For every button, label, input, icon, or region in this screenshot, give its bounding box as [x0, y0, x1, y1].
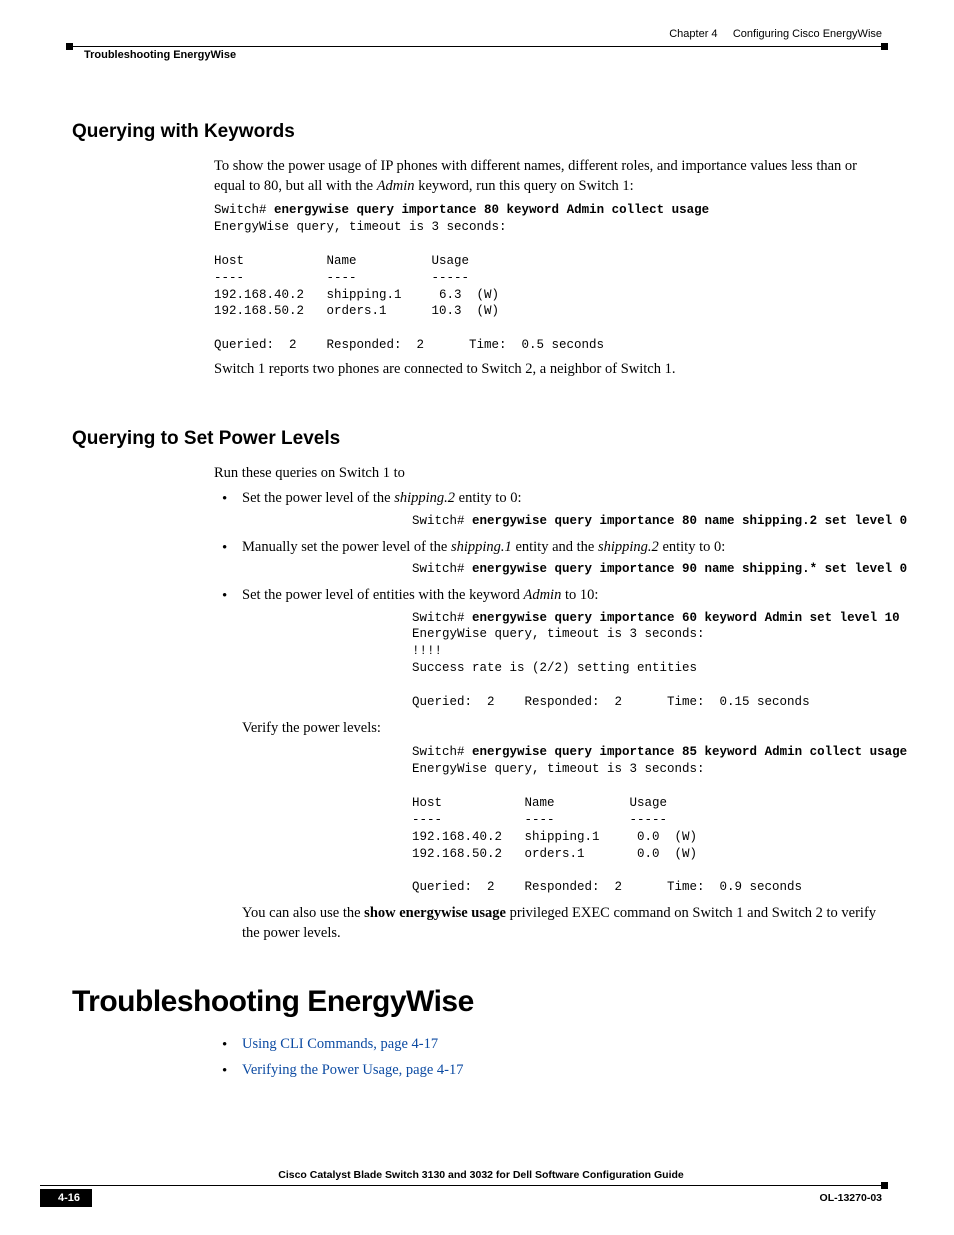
link-cli-commands[interactable]: Using CLI Commands, page 4-17 [242, 1036, 438, 1052]
cli-command: energywise query importance 80 name ship… [472, 514, 907, 528]
cli-output: EnergyWise query, timeout is 3 seconds: … [412, 627, 810, 709]
text: Set the power level of entities with the… [242, 587, 523, 603]
command-name: show energywise usage [364, 905, 506, 921]
text: entity to 0: [455, 490, 521, 506]
list-item: Using CLI Commands, page 4-17 [214, 1035, 882, 1055]
chapter-label: Chapter 4 [669, 28, 717, 40]
heading-querying-set-power: Querying to Set Power Levels [72, 428, 882, 450]
para: Switch 1 reports two phones are connecte… [214, 360, 882, 380]
text: Set the power level of the [242, 490, 394, 506]
cli-prompt: Switch# [412, 611, 472, 625]
link-verify-power[interactable]: Verifying the Power Usage, page 4-17 [242, 1062, 463, 1078]
para: Run these queries on Switch 1 to [214, 464, 882, 484]
page-number: 4-16 [40, 1189, 92, 1207]
cli-command: energywise query importance 85 keyword A… [472, 745, 907, 759]
cli-output: EnergyWise query, timeout is 3 seconds: … [214, 220, 604, 352]
keyword-admin: Admin [377, 178, 415, 194]
footer-rule [40, 1185, 882, 1186]
para: To show the power usage of IP phones wit… [214, 157, 882, 196]
bullet-list: Set the power level of the shipping.2 en… [214, 489, 882, 943]
list-item: Verifying the Power Usage, page 4-17 [214, 1061, 882, 1081]
bullet-list: Using CLI Commands, page 4-17 Verifying … [214, 1035, 882, 1080]
list-item: Manually set the power level of the ship… [214, 538, 882, 578]
text: Manually set the power level of the [242, 539, 451, 555]
text: to 10: [561, 587, 598, 603]
entity-name: shipping.2 [394, 490, 455, 506]
chapter-title: Configuring Cisco EnergyWise [733, 28, 882, 40]
list-item: Set the power level of the shipping.2 en… [214, 489, 882, 529]
entity-name: shipping.1 [451, 539, 512, 555]
header-right: Chapter 4 Configuring Cisco EnergyWise [669, 28, 882, 40]
code-block: Switch# energywise query importance 80 k… [214, 202, 882, 354]
heading-troubleshooting: Troubleshooting EnergyWise [72, 985, 882, 1019]
heading-querying-keywords: Querying with Keywords [72, 121, 882, 143]
code-block: Switch# energywise query importance 60 k… [412, 610, 882, 711]
footer-doc-title: Cisco Catalyst Blade Switch 3130 and 303… [80, 1169, 882, 1181]
cli-command: energywise query importance 60 keyword A… [472, 611, 900, 625]
cli-prompt: Switch# [412, 745, 472, 759]
cli-prompt: Switch# [214, 203, 274, 217]
text: keyword, run this query on Switch 1: [415, 178, 634, 194]
list-item: Set the power level of entities with the… [214, 586, 882, 943]
header-left [72, 28, 75, 40]
page-footer: Cisco Catalyst Blade Switch 3130 and 303… [40, 1169, 882, 1207]
text: entity and the [512, 539, 598, 555]
running-header: Chapter 4 Configuring Cisco EnergyWise [72, 28, 882, 40]
cli-output: EnergyWise query, timeout is 3 seconds: … [412, 762, 802, 894]
section-breadcrumb: Troubleshooting EnergyWise [84, 49, 882, 61]
cli-prompt: Switch# [412, 562, 472, 576]
cli-command: energywise query importance 90 name ship… [472, 562, 907, 576]
para: You can also use the show energywise usa… [242, 904, 882, 943]
entity-name: shipping.2 [598, 539, 659, 555]
text: You can also use the [242, 905, 364, 921]
cli-prompt: Switch# [412, 514, 472, 528]
cli-command: energywise query importance 80 keyword A… [274, 203, 709, 217]
code-block: Switch# energywise query importance 85 k… [412, 744, 882, 896]
para: Verify the power levels: [242, 719, 882, 739]
keyword-admin: Admin [523, 587, 561, 603]
text: entity to 0: [659, 539, 725, 555]
code-block: Switch# energywise query importance 80 n… [412, 513, 882, 530]
doc-number: OL-13270-03 [820, 1192, 882, 1204]
header-rule [72, 46, 882, 47]
code-block: Switch# energywise query importance 90 n… [412, 561, 882, 578]
